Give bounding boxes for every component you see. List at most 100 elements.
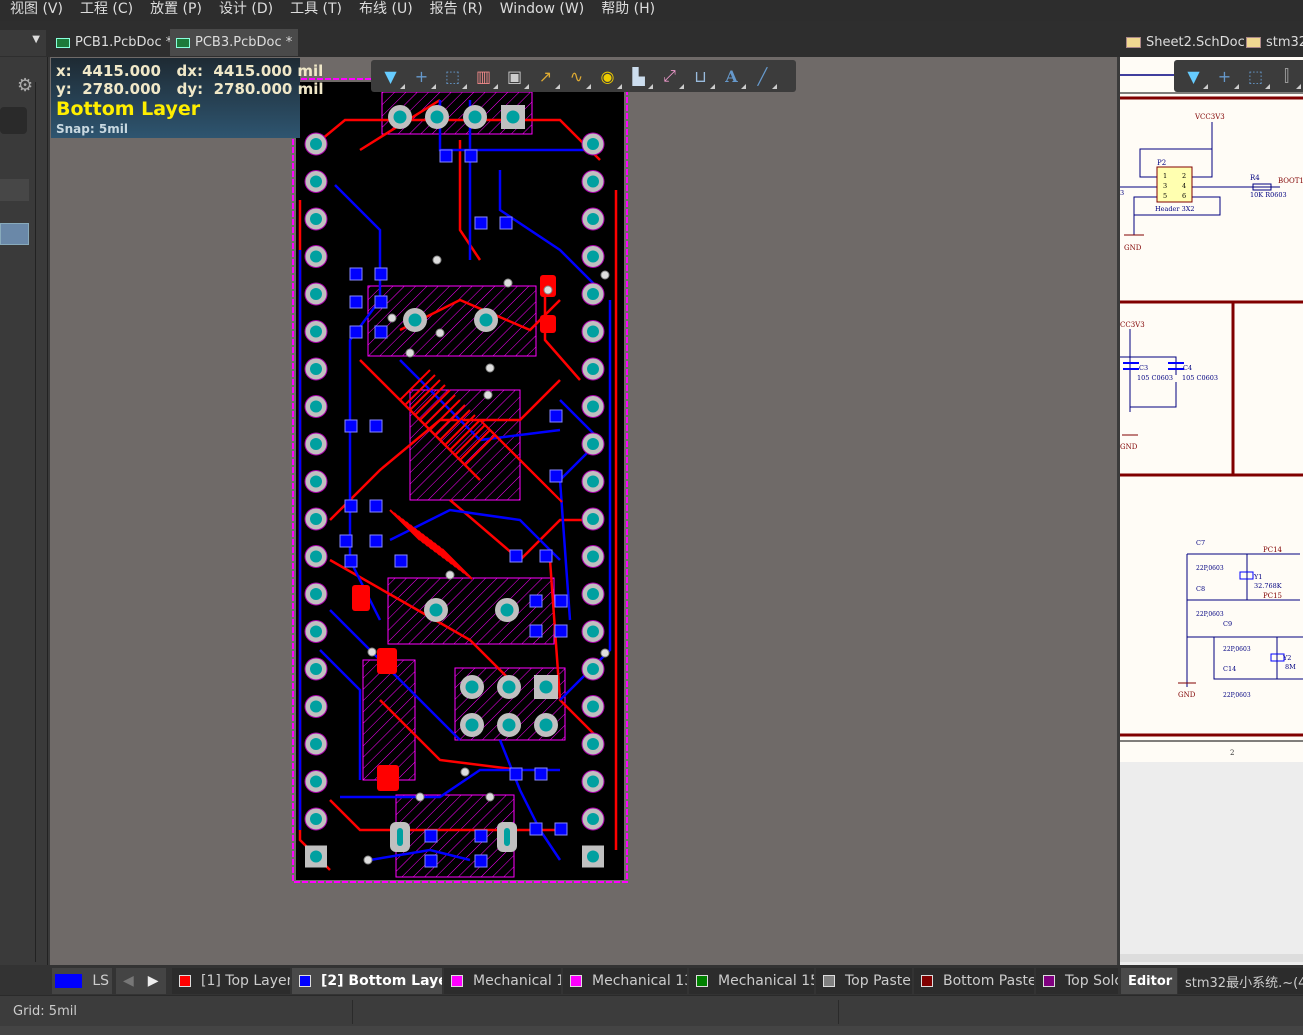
sch-text: 32.768K bbox=[1254, 582, 1282, 590]
cross-icon[interactable]: + bbox=[1209, 62, 1240, 90]
filter-icon[interactable]: ▼ bbox=[1178, 62, 1209, 90]
select-rect-icon[interactable]: ⬚ bbox=[1240, 62, 1271, 90]
tab-pcb1[interactable]: PCB1.PcbDoc * bbox=[50, 29, 178, 56]
scroll-left-icon[interactable]: ◀ bbox=[123, 973, 134, 989]
smd-pad bbox=[344, 499, 358, 513]
layer-tab[interactable]: Top Paste bbox=[816, 968, 912, 994]
pad-hole bbox=[310, 363, 322, 375]
menu-item[interactable]: 工具 (T) bbox=[290, 0, 342, 21]
schematic-view[interactable]: VCC3V3 P2 Header 3X2 1 2 3 4 5 6 R4 10K R0603 BOOT1… bbox=[1120, 57, 1303, 965]
schematic-sheet[interactable]: VCC3V3 P2 Header 3X2 1 2 3 4 5 6 R4 10K R0603 BOOT1… bbox=[1120, 57, 1303, 965]
select-rect-icon[interactable]: ⬚ bbox=[437, 62, 468, 90]
diff-pair-icon[interactable]: ∿ bbox=[561, 62, 592, 90]
smd-pad bbox=[369, 499, 383, 513]
layer-tab[interactable]: [1] Top Layer bbox=[172, 968, 290, 994]
panel-row-selected[interactable] bbox=[0, 223, 29, 245]
pad-hole bbox=[587, 625, 599, 638]
layer-tab[interactable]: Mechanical 1 bbox=[444, 968, 561, 994]
layer-color-swatch bbox=[179, 975, 191, 987]
smd-pad bbox=[549, 469, 563, 483]
via bbox=[415, 792, 425, 802]
menu-item[interactable]: 布线 (U) bbox=[359, 0, 413, 21]
sch-text: Y2 bbox=[1282, 654, 1291, 662]
tab-sheet2[interactable]: Sheet2.SchDoc bbox=[1120, 29, 1251, 56]
menu-item[interactable]: Window (W) bbox=[500, 0, 584, 21]
pcb-doc-icon bbox=[176, 37, 190, 48]
smd-pad bbox=[529, 822, 543, 836]
layer-label: Bottom Paste bbox=[943, 973, 1034, 989]
menu-item[interactable]: 设计 (D) bbox=[219, 0, 273, 21]
component-icon[interactable]: ▣ bbox=[499, 62, 530, 90]
component-outline bbox=[362, 659, 416, 781]
pcb-board[interactable] bbox=[50, 57, 1117, 965]
top-smd-pad bbox=[352, 585, 370, 611]
panel-search[interactable] bbox=[0, 107, 27, 134]
sch-text: Y1 bbox=[1253, 573, 1262, 581]
editor-tab[interactable]: Editor bbox=[1121, 968, 1177, 994]
sheet-margin bbox=[1120, 762, 1303, 965]
sch-text: 105 C0603 bbox=[1137, 374, 1173, 382]
sch-text: 105 C0603 bbox=[1182, 374, 1218, 382]
menu-item[interactable]: 视图 (V) bbox=[10, 0, 63, 21]
text-icon[interactable]: A bbox=[716, 62, 747, 90]
layer-tab[interactable]: Mechanical 13 bbox=[563, 968, 687, 994]
pcb-canvas[interactable] bbox=[50, 57, 1117, 965]
interactive-route-icon[interactable]: ⤢ bbox=[654, 62, 685, 90]
route-icon[interactable]: ↗ bbox=[530, 62, 561, 90]
menu-item[interactable]: 报告 (R) bbox=[430, 0, 483, 21]
layer-tab[interactable]: Mechanical 15 bbox=[689, 968, 814, 994]
layer-tab[interactable]: Top Solc bbox=[1036, 968, 1118, 994]
layer-tab[interactable]: [2] Bottom Layer bbox=[292, 968, 442, 994]
slot-hole bbox=[504, 828, 510, 846]
project-tab[interactable]: stm32最小系统.~(4 bbox=[1178, 968, 1303, 994]
scroll-right-icon[interactable]: ▶ bbox=[148, 973, 159, 989]
pad-hole bbox=[310, 175, 322, 188]
pad-hole bbox=[310, 700, 322, 713]
smd-pad bbox=[509, 767, 523, 781]
pad-hole bbox=[310, 813, 322, 825]
dimension-icon[interactable]: ⊔ bbox=[685, 62, 716, 90]
pad-hole bbox=[500, 603, 514, 617]
pad-hole bbox=[587, 738, 599, 750]
filter-icon[interactable]: ▼ bbox=[375, 62, 406, 90]
smd-pad bbox=[539, 549, 553, 563]
via bbox=[387, 313, 397, 323]
layer-label: [2] Bottom Layer bbox=[321, 973, 442, 989]
smd-pad bbox=[374, 267, 388, 281]
sch-text: P2 bbox=[1157, 159, 1166, 167]
panel-row[interactable] bbox=[0, 179, 29, 201]
via bbox=[543, 285, 553, 295]
dropdown-arrow-icon: ▼ bbox=[32, 34, 40, 45]
tab-pcb3[interactable]: PCB3.PcbDoc * bbox=[170, 29, 299, 56]
sch-text: GND bbox=[1124, 244, 1142, 252]
smd-pad bbox=[349, 267, 363, 281]
cross-probe-icon[interactable]: + bbox=[406, 62, 437, 90]
pad-hole bbox=[587, 400, 599, 413]
sch-text: 10K R0603 bbox=[1250, 191, 1287, 199]
polygon-icon[interactable]: ▙ bbox=[623, 62, 654, 90]
status-divider bbox=[838, 1000, 839, 1024]
align-icon[interactable]: ▥ bbox=[468, 62, 499, 90]
line-icon[interactable]: ╱ bbox=[747, 62, 778, 90]
pad-hole bbox=[587, 325, 599, 338]
align-icon[interactable]: ⫿ bbox=[1271, 62, 1302, 90]
pad-hole bbox=[310, 850, 322, 863]
sch-text: PC15 bbox=[1263, 592, 1282, 600]
sch-text: 22P,0603 bbox=[1223, 692, 1251, 699]
layer-tab[interactable]: Bottom Paste bbox=[914, 968, 1034, 994]
tab-stm32[interactable]: stm32 bbox=[1240, 29, 1303, 56]
gear-icon[interactable]: ⚙ bbox=[17, 75, 33, 96]
layer-set-button[interactable]: LS bbox=[52, 968, 112, 994]
via bbox=[445, 570, 455, 580]
pad-hole bbox=[310, 213, 322, 225]
layer-label: Top Paste bbox=[845, 973, 911, 989]
smd-pad bbox=[374, 325, 388, 339]
smd-pad bbox=[509, 549, 523, 563]
via-icon[interactable]: ◉ bbox=[592, 62, 623, 90]
menu-item[interactable]: 帮助 (H) bbox=[601, 0, 655, 21]
panel-dropdown[interactable]: ▼ bbox=[0, 30, 46, 56]
menu-item[interactable]: 放置 (P) bbox=[150, 0, 202, 21]
smd-pad bbox=[394, 554, 408, 568]
via bbox=[363, 855, 373, 865]
menu-item[interactable]: 工程 (C) bbox=[80, 0, 133, 21]
